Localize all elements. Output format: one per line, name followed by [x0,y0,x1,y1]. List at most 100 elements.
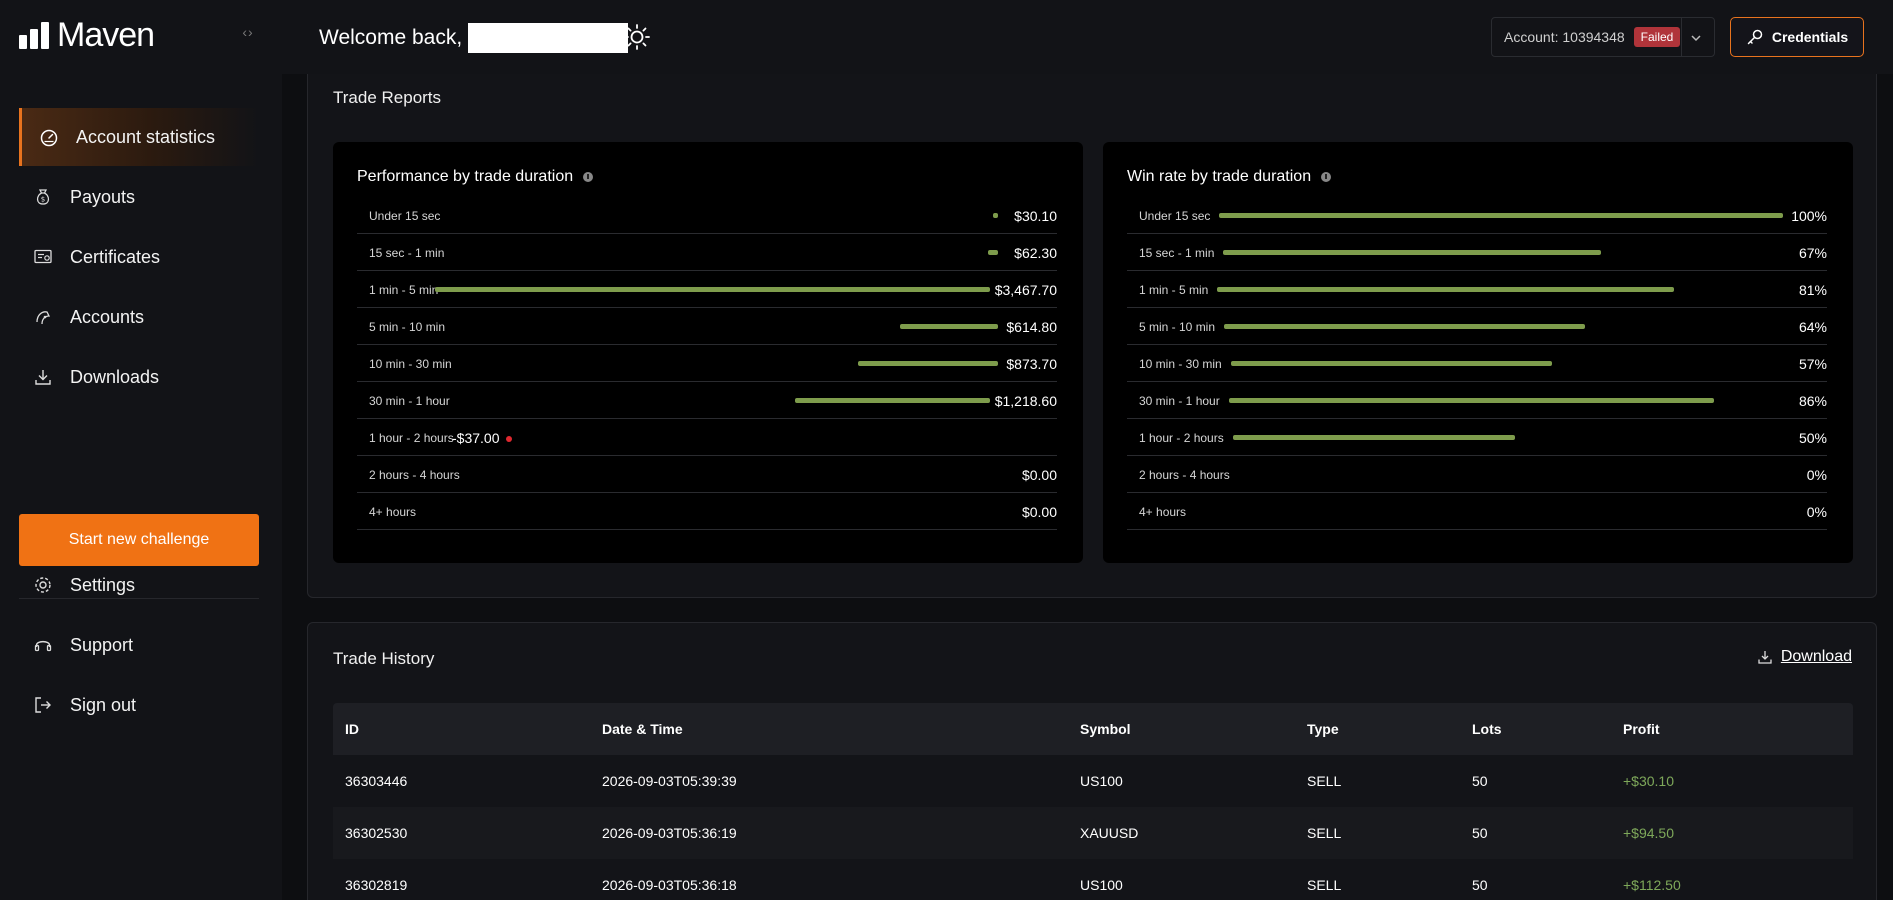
duration-label: 4+ hours [1139,505,1187,519]
sidebar: Account statistics $ Payouts Certificate… [0,74,282,900]
user-name-redacted [468,23,629,53]
duration-label: Under 15 sec [369,209,441,223]
info-icon[interactable] [583,172,594,182]
headset-icon [33,635,53,655]
trade-reports-title: Trade Reports [333,88,442,107]
duration-label: 30 min - 1 hour [369,394,450,408]
performance-row: 1 hour - 2 hours -$37.00 [357,419,1057,456]
account-selector[interactable]: Account: 10394348 Failed [1491,17,1715,57]
performance-row: Under 15 sec $30.10 [357,197,1057,234]
column-header-symbol[interactable]: Symbol [1080,721,1131,737]
performance-bar [435,287,990,292]
column-header-datetime[interactable]: Date & Time [602,721,683,737]
trade-reports-panel: Trade Reports Performance by trade durat… [307,74,1877,598]
performance-value: $30.10 [1014,208,1057,224]
performance-rows: Under 15 sec $30.10 15 sec - 1 min $62.30 1 … [357,197,1057,530]
sidebar-item-certificates[interactable]: Certificates [19,228,259,286]
duration-label: 15 sec - 1 min [369,246,445,260]
winrate-value: 64% [1798,319,1827,335]
winrate-value: 100% [1791,208,1827,224]
table-header: ID Date & Time Symbol Type Lots Profit [333,703,1853,755]
winrate-bar [1229,398,1714,403]
table-row[interactable]: 36303446 2026-09-03T05:39:39 US100 SELL … [333,755,1853,807]
cell-type: SELL [1307,773,1342,789]
duration-label: 2 hours - 4 hours [1139,468,1230,482]
performance-value: -$37.00 [452,430,500,446]
winrate-row: 10 min - 30 min 57% [1127,345,1827,382]
svg-text:$: $ [41,196,45,204]
cell-profit: +$30.10 [1623,773,1674,789]
certificate-icon [33,247,53,267]
sidebar-item-label: Settings [70,574,136,595]
performance-row: 30 min - 1 hour $1,218.60 [357,382,1057,419]
winrate-value: 57% [1798,356,1827,372]
duration-label: 2 hours - 4 hours [369,468,460,482]
duration-label: 30 min - 1 hour [1139,394,1220,408]
account-number: Account: 10394348 [1504,29,1625,45]
chevron-down-icon[interactable] [1690,28,1702,48]
cell-type: SELL [1307,825,1342,841]
sidebar-item-settings[interactable]: Settings [19,556,259,614]
welcome-message: Welcome back, [319,23,629,53]
winrate-title-text: Win rate by trade duration [1127,168,1312,185]
download-icon [1758,651,1772,664]
performance-value: $3,467.70 [994,282,1057,298]
credentials-button[interactable]: Credentials [1730,17,1864,57]
sidebar-item-sign-out[interactable]: Sign out [19,676,259,734]
column-header-lots[interactable]: Lots [1472,721,1502,737]
sidebar-item-accounts[interactable]: Accounts [19,288,259,346]
main-content[interactable]: Trade Reports Performance by trade durat… [282,74,1893,900]
duration-label: 4+ hours [369,505,417,519]
gear-icon [33,575,53,595]
sidebar-item-payouts[interactable]: $ Payouts [19,168,259,226]
duration-label: 10 min - 30 min [1139,357,1222,371]
maven-logo[interactable]: Maven [19,16,155,54]
performance-row: 4+ hours $0.00 [357,493,1057,530]
cell-profit: +$94.50 [1623,825,1674,841]
performance-row: 2 hours - 4 hours $0.00 [357,456,1057,493]
sidebar-item-label: Payouts [70,186,136,207]
winrate-bar [1224,324,1585,329]
table-row[interactable]: 36302819 2026-09-03T05:36:18 US100 SELL … [333,859,1853,900]
sidebar-item-support[interactable]: Support [19,616,259,674]
divider [1681,18,1682,56]
performance-value: $1,218.60 [994,393,1057,409]
welcome-text: Welcome back, [319,26,463,49]
column-header-profit[interactable]: Profit [1623,721,1660,737]
cell-symbol: XAUUSD [1080,825,1139,841]
negative-indicator-dot [506,436,512,442]
winrate-bar [1231,361,1552,366]
performance-bar [988,250,998,255]
performance-row: 1 min - 5 min $3,467.70 [357,271,1057,308]
info-icon[interactable] [1321,172,1332,182]
column-header-id[interactable]: ID [345,721,359,737]
theme-toggle-sun-icon[interactable] [623,23,651,51]
sidebar-item-label: Accounts [70,306,145,327]
performance-bar [993,213,998,218]
table-row[interactable]: 36302530 2026-09-03T05:36:19 XAUUSD SELL… [333,807,1853,859]
download-icon [33,367,53,387]
winrate-row: 1 hour - 2 hours 50% [1127,419,1827,456]
winrate-value: 86% [1798,393,1827,409]
winrate-row: 2 hours - 4 hours 0% [1127,456,1827,493]
download-history-link[interactable]: Download [1757,648,1852,666]
column-header-type[interactable]: Type [1307,721,1339,737]
performance-value: $614.80 [1006,319,1057,335]
cell-id: 36302819 [345,877,408,893]
winrate-value: 50% [1798,430,1827,446]
cell-datetime: 2026-09-03T05:39:39 [602,773,737,789]
winrate-row: 4+ hours 0% [1127,493,1827,530]
sidebar-item-account-statistics[interactable]: Account statistics [19,108,259,166]
winrate-bar [1217,287,1674,292]
performance-value: $62.30 [1014,245,1057,261]
sidebar-item-label: Certificates [70,246,161,267]
gauge-icon [39,127,59,147]
duration-label: 5 min - 10 min [369,320,446,334]
download-label: Download [1780,648,1852,665]
sidebar-item-downloads[interactable]: Downloads [19,348,259,406]
duration-label: 15 sec - 1 min [1139,246,1215,260]
collapse-sidebar-icon[interactable]: ‹› [236,24,260,44]
cell-datetime: 2026-09-03T05:36:18 [602,877,737,893]
winrate-value: 0% [1806,504,1827,520]
accounts-icon [33,307,53,327]
